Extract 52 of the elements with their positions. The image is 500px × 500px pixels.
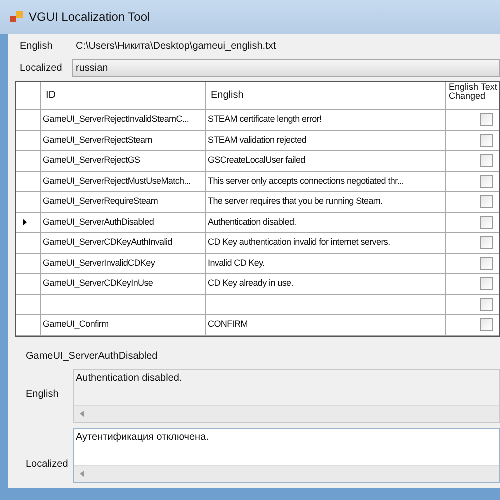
field-label: English — [19, 40, 54, 54]
left-arrow-icon[interactable] — [80, 411, 84, 417]
current-row-icon — [23, 218, 27, 226]
checkbox[interactable] — [480, 277, 493, 290]
table-cell-text: GameUI_ServerRejectGS — [43, 154, 140, 167]
field-label: Localized — [25, 458, 70, 472]
checkbox[interactable] — [480, 216, 493, 229]
table-cell-text: Authentication disabled. — [208, 216, 296, 228]
table-cell-text: The server requires that you be running Steam. — [208, 195, 383, 208]
checkbox[interactable] — [480, 174, 493, 188]
table-cell-text: GameUI_ServerRejectInvalidSteamC... — [43, 113, 190, 126]
localized-text: Аутентификация отключена. — [76, 432, 209, 443]
table-cell: GameUI_ServerRejectSteam — [43, 134, 152, 147]
horizontal-scrollbar[interactable] — [74, 465, 499, 482]
field-label: English — [25, 388, 60, 402]
english-text: Authentication disabled. — [76, 373, 182, 384]
checkbox[interactable] — [480, 154, 493, 168]
column-header[interactable]: English — [206, 82, 446, 109]
checkbox[interactable] — [480, 298, 493, 311]
checkbox[interactable] — [480, 113, 493, 126]
file-path: C:\Users\Никита\Desktop\gameui_english.txt — [76, 40, 276, 54]
table-cell-text: GameUI_Confirm — [43, 318, 109, 331]
checkbox[interactable] — [480, 318, 493, 332]
table-cell-text: CONFIRM — [208, 318, 248, 331]
table-cell-text: STEAM certificate length error! — [208, 113, 322, 126]
app-icon — [10, 11, 23, 23]
table-cell-text: GameUI_ServerCDKeyInUse — [43, 277, 154, 290]
checkbox[interactable] — [480, 134, 493, 147]
table-cell-text: GSCreateLocalUser failed — [208, 154, 306, 167]
column-header[interactable]: English Text Changed — [449, 83, 499, 101]
window-title: VGUI Localization Tool — [29, 9, 150, 26]
table-cell-text: GameUI_ServerCDKeyAuthInvalid — [43, 236, 172, 249]
table-cell: STEAM validation rejected — [208, 134, 307, 147]
table-cell-text: CD Key authentication invalid for internet servers. — [208, 236, 390, 249]
horizontal-scrollbar[interactable] — [74, 405, 499, 422]
english-text-box[interactable]: Authentication disabled. — [73, 369, 500, 423]
language-dropdown[interactable]: russian — [72, 59, 500, 77]
table-cell: GameUI_ServerRejectMustUseMatch... — [43, 174, 191, 188]
left-arrow-icon[interactable] — [80, 471, 84, 477]
field-label: Localized — [19, 62, 64, 76]
column-header[interactable]: ID — [41, 82, 206, 109]
table-cell-text: CD Key already in use. — [208, 277, 294, 290]
localized-text-box[interactable]: Аутентификация отключена. — [73, 428, 500, 483]
selected-id: GameUI_ServerAuthDisabled — [25, 350, 159, 363]
checkbox[interactable] — [480, 195, 493, 208]
table-cell: GameUI_ServerInvalidCDKey — [43, 256, 156, 270]
checkbox[interactable] — [480, 236, 493, 250]
table-cell: Invalid CD Key. — [208, 256, 265, 270]
table-cell-text: GameUI_ServerRequireSteam — [43, 195, 158, 208]
table-cell: This server only accepts connections negotiated thr... — [208, 174, 404, 188]
table-cell: GameUI_ServerAuthDisabled — [43, 216, 154, 229]
checkbox[interactable] — [480, 256, 493, 270]
